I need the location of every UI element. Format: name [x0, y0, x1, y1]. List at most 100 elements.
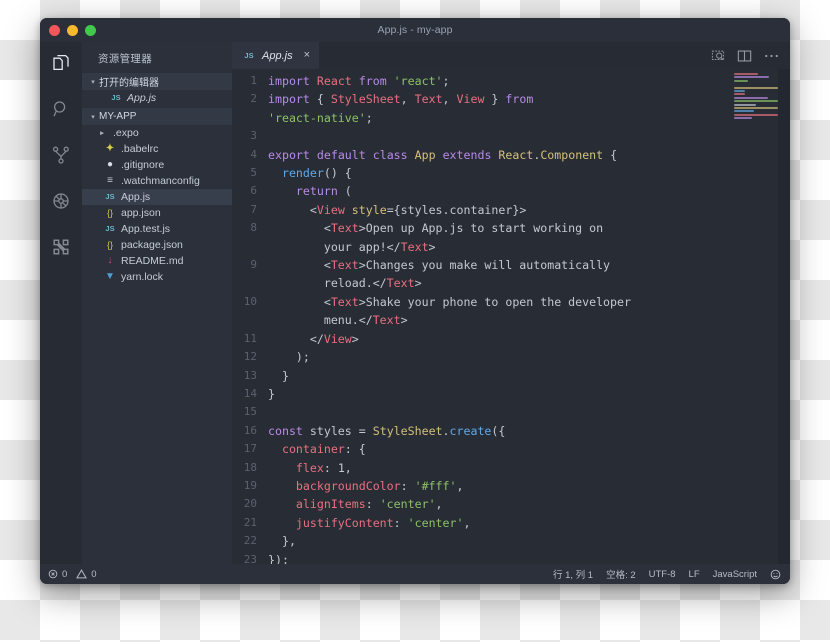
code-token: from: [358, 74, 387, 88]
code-token: menu.</: [268, 313, 373, 328]
file-tree-item[interactable]: ≡ .watchmanconfig: [82, 173, 232, 189]
code-token: {: [603, 147, 618, 162]
cursor-position[interactable]: 行 1, 列 1: [553, 567, 593, 581]
minimap-line: [734, 79, 748, 82]
file-tree-item[interactable]: JS App.js: [82, 189, 232, 205]
code-token: your app!</: [268, 239, 401, 254]
line-number: 4: [250, 147, 257, 161]
maximize-window-button[interactable]: [85, 24, 96, 36]
activity-item-extensions[interactable]: [49, 235, 73, 259]
code-token: .: [442, 202, 450, 217]
project-root-header[interactable]: ▾ MY-APP: [82, 108, 232, 125]
line-content: justifyContent: 'center',: [268, 514, 790, 532]
line-number: 15: [243, 405, 257, 419]
code-line: 14}: [232, 385, 790, 403]
line-content: alignItems: 'center',: [268, 495, 790, 513]
files-icon: [51, 53, 71, 73]
code-token: }>: [512, 202, 527, 217]
error-count: 0: [62, 568, 68, 580]
code-token: return: [295, 184, 338, 199]
code-line: 8 <Text>Open up App.js to start working …: [232, 219, 790, 237]
line-content: 'react-native';: [268, 109, 790, 127]
code-token: :: [365, 497, 380, 512]
minimap-line: [734, 100, 778, 103]
minimap-line: [734, 113, 778, 116]
line-ending[interactable]: LF: [689, 569, 700, 580]
markdown-file-icon: ↓: [107, 255, 113, 266]
code-line: 10 <Text>Shake your phone to open the de…: [232, 293, 790, 311]
line-number: [232, 109, 268, 127]
minimap-line: [734, 93, 746, 96]
line-number: 6: [250, 184, 257, 198]
code-token: ,: [400, 92, 415, 107]
code-token: ;: [442, 74, 450, 88]
chevron-down-icon: ▾: [91, 113, 95, 121]
encoding[interactable]: UTF-8: [649, 569, 676, 580]
file-tree-item[interactable]: ● .gitignore: [82, 157, 232, 173]
code-token: :: [323, 460, 338, 475]
code-line: 4 export default class App extends React.…: [232, 146, 790, 164]
editor-actions: [711, 42, 790, 69]
minimap[interactable]: [734, 73, 778, 129]
code-token: >: [428, 239, 436, 254]
file-tree-item[interactable]: ↓ README.md: [82, 253, 232, 269]
line-number: 16: [243, 423, 257, 437]
file-tree-item-label: .gitignore: [121, 159, 165, 171]
activity-item-debug[interactable]: [49, 189, 73, 213]
file-tree-item[interactable]: {} app.json: [82, 205, 232, 221]
smiley-icon[interactable]: [770, 569, 781, 580]
code-token: 1: [337, 460, 345, 475]
code-token: '#fff': [414, 478, 457, 493]
code-editor[interactable]: 1 import React from 'react'; 2 import { Sty…: [232, 69, 790, 564]
activity-item-search[interactable]: [49, 97, 73, 121]
file-tree-item[interactable]: ▸ .expo: [82, 125, 232, 141]
code-token: styles: [309, 423, 352, 438]
indentation[interactable]: 空格: 2: [606, 567, 636, 581]
split-preview-icon[interactable]: [711, 49, 725, 63]
activity-item-source-control[interactable]: [49, 143, 73, 167]
line-number: 11: [243, 331, 257, 345]
activity-item-explorer[interactable]: [49, 51, 73, 75]
code-token: (: [337, 184, 352, 199]
code-token: create: [449, 423, 492, 438]
json-file-icon: {}: [106, 207, 113, 218]
code-token: 'center': [407, 515, 464, 530]
minimize-window-button[interactable]: [67, 24, 78, 36]
open-editors-header[interactable]: ▾ 打开的编辑器: [82, 73, 232, 90]
code-token: Text: [330, 258, 359, 273]
line-number: 17: [243, 442, 257, 456]
yarn-file-icon: ▼: [105, 271, 115, 282]
open-editor-item-appjs[interactable]: JS App.js: [82, 90, 232, 106]
line-number: 8: [250, 221, 257, 235]
editor-scrollbar[interactable]: [778, 69, 790, 564]
file-tree-item[interactable]: {} package.json: [82, 237, 232, 253]
tab-appjs[interactable]: JS App.js ×: [232, 42, 320, 69]
file-tree-item[interactable]: ✦ .babelrc: [82, 141, 232, 157]
code-token: >: [414, 276, 422, 291]
error-circle-icon: [48, 569, 58, 579]
open-editors-label: 打开的编辑器: [99, 78, 159, 89]
more-actions-icon[interactable]: [764, 53, 779, 59]
line-content: [268, 403, 790, 421]
close-window-button[interactable]: [49, 24, 60, 36]
code-token: }: [268, 368, 289, 383]
close-icon[interactable]: ×: [304, 50, 310, 61]
file-tree: ▸ .expo ✦ .babelrc ● .gitignore ≡ .watchmanconf…: [82, 125, 232, 285]
split-editor-icon[interactable]: [737, 49, 752, 63]
code-line: 6 return (: [232, 182, 790, 200]
status-problems[interactable]: 0 0: [48, 569, 97, 580]
code-token: 'react': [393, 74, 443, 88]
file-tree-item-label: yarn.lock: [121, 271, 164, 283]
language-mode[interactable]: JavaScript: [713, 569, 757, 580]
file-tree-item[interactable]: ▼ yarn.lock: [82, 269, 232, 285]
minimap-line: [734, 86, 778, 89]
file-tree-item[interactable]: JS App.test.js: [82, 221, 232, 237]
window-body: 资源管理器 ▾ 打开的编辑器 JS App.js ▾ MY-APP ▸ .expo…: [40, 42, 790, 564]
line-content: <View style={styles.container}>: [268, 201, 790, 219]
line-content: [268, 127, 790, 145]
